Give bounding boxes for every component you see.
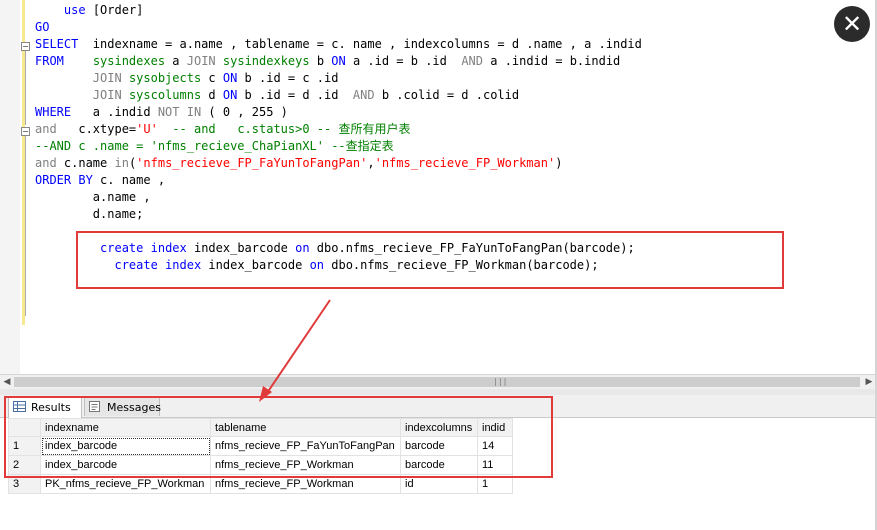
arrow-shaft	[264, 299, 331, 397]
annotation-arrow	[259, 299, 331, 402]
